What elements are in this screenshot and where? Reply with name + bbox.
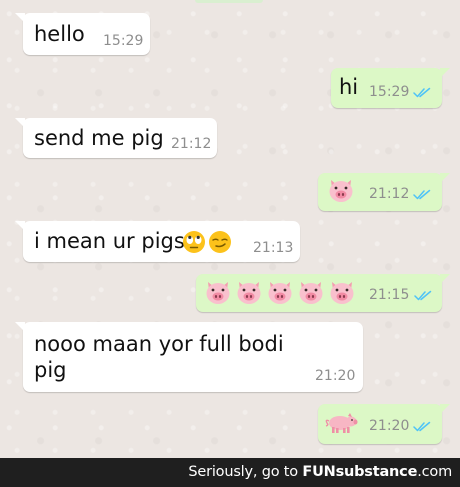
message-time: 21:13	[253, 240, 294, 256]
outgoing-message[interactable]: hi 15:29	[331, 68, 450, 108]
incoming-message[interactable]: hello 15:29	[15, 13, 150, 55]
message-text-line-1: nooo maan yor full bodi	[34, 332, 284, 356]
chat-area[interactable]: hello 15:29 hi 15:29 send me pig 21:12 2…	[0, 0, 460, 458]
bubble-tail	[15, 221, 25, 231]
pig-face-icon	[204, 279, 232, 305]
pig-face-icon	[297, 279, 325, 305]
message-time: 21:12	[171, 136, 212, 152]
outgoing-message[interactable]: 21:15	[196, 274, 450, 312]
message-time: 21:15	[369, 287, 410, 303]
pig-face-icon	[328, 279, 356, 305]
watermark-brand: FUNsubstance	[302, 464, 418, 480]
bubble-tail	[440, 404, 450, 414]
pig-face-icon	[266, 279, 294, 305]
read-ticks-icon	[414, 290, 432, 301]
incoming-message[interactable]: nooo maan yor full bodi pig 21:20	[15, 322, 363, 392]
read-ticks-icon	[413, 189, 431, 200]
bubble-tail	[440, 68, 450, 78]
message-time: 21:12	[369, 186, 410, 202]
read-ticks-icon	[413, 87, 431, 98]
watermark-bar: Seriously, go to FUNsubstance.com	[0, 458, 460, 487]
face-with-rolling-eyes-icon	[182, 230, 206, 254]
incoming-message[interactable]: send me pig 21:12	[15, 118, 217, 158]
pig-face-icon	[235, 279, 263, 305]
message-text-line-2: pig	[34, 358, 67, 382]
previous-message-edge	[195, 0, 263, 3]
bubble-tail	[440, 173, 450, 183]
bubble-tail	[440, 274, 450, 284]
outgoing-message[interactable]: 21:12	[318, 173, 450, 211]
outgoing-message[interactable]: 21:20	[318, 404, 450, 444]
watermark-prefix: Seriously, go to	[188, 464, 303, 480]
smirking-face-icon	[208, 230, 232, 254]
bubble-tail	[15, 118, 25, 128]
watermark-text: Seriously, go to FUNsubstance.com	[188, 464, 452, 480]
message-time: 15:29	[369, 84, 410, 100]
incoming-message[interactable]: i mean ur pigs 21:13	[15, 221, 300, 262]
message-text: hello	[34, 22, 85, 46]
watermark-suffix: .com	[417, 464, 452, 480]
message-text: i mean ur pigs	[34, 229, 185, 253]
message-time: 21:20	[315, 368, 356, 384]
bubble-tail	[15, 13, 25, 23]
message-time: 15:29	[103, 33, 144, 49]
message-text: send me pig	[34, 126, 164, 150]
message-text: hi	[339, 75, 359, 99]
bubble-tail	[15, 322, 25, 332]
pig-icon	[324, 412, 358, 434]
pig-face-icon	[327, 177, 355, 203]
message-time: 21:20	[369, 418, 410, 434]
read-ticks-icon	[413, 421, 431, 432]
